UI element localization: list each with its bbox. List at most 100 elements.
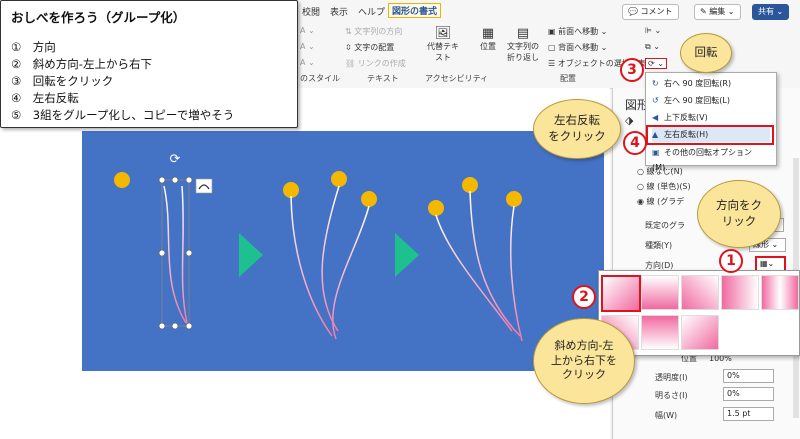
instruction-title: おしべを作ろう（グループ化） [11, 10, 186, 25]
wrap-text-label: 文字列の折り返し [507, 42, 539, 62]
text-direction-label: 文字列の方向 [354, 27, 403, 36]
align-icon[interactable]: ⊫ ⌄ [645, 26, 661, 35]
alt-text-button[interactable]: 🖼 代替テキスト [426, 26, 460, 63]
pollen-dot[interactable] [428, 200, 444, 216]
text-outline-icon[interactable]: A ⌄ [300, 42, 315, 51]
instruction-step: ③ 回転をクリック [11, 74, 114, 88]
menu-item-label: 左へ 90 度回転(L) [664, 96, 730, 105]
step-badge-1: 1 [719, 249, 743, 273]
transparency-label: 透明度(I) [655, 373, 688, 382]
callout-flip: 左右反転 をクリック [533, 99, 621, 159]
stamen-group[interactable] [435, 190, 523, 342]
line-gradient-radio[interactable]: ◉ 線 (グラデ [637, 196, 684, 207]
line-solid-label: 線 (単色)(S) [646, 182, 691, 191]
layout-options-icon[interactable] [195, 178, 213, 194]
menu-item-rotate-right[interactable]: ↻ 右へ 90 度回転(R) [652, 76, 770, 91]
instruction-box: おしべを作ろう（グループ化） ① 方向 ② 斜め方向-左上から右下 ③ 回転をク… [0, 0, 298, 128]
pollen-dot[interactable] [114, 172, 130, 188]
width-label: 幅(W) [655, 411, 678, 420]
callout-diagonal: 斜め方向-左 上から右下を クリック [533, 318, 635, 404]
line-solid-radio[interactable]: ○ 線 (単色)(S) [637, 181, 691, 192]
transparency-value: 0% [727, 371, 740, 380]
comment-button[interactable]: 💬 コメント [622, 4, 679, 20]
tab-shape-format[interactable]: 図形の書式 [388, 3, 442, 18]
width-input[interactable]: 1.5 pt [723, 407, 774, 421]
pollen-dot[interactable] [283, 182, 299, 198]
tab-view[interactable]: 表示 [330, 5, 348, 18]
wrap-text-icon: ▤ [516, 26, 530, 41]
gradient-diagonal-bottomright[interactable] [681, 315, 719, 350]
callout-direction: 方向をク リック [697, 180, 781, 248]
position-label: 位置 [480, 42, 496, 51]
drawing-canvas[interactable]: ⟳ [82, 131, 604, 371]
gradient-linear-left[interactable] [721, 275, 759, 310]
pollen-dot[interactable] [462, 177, 478, 193]
type-label: 種類(Y) [645, 241, 673, 250]
gradient-linear-center[interactable] [761, 275, 799, 310]
width-value: 1.5 pt [727, 409, 751, 418]
bring-forward-label: 前面へ移動 [558, 27, 599, 36]
pollen-dot[interactable] [331, 171, 347, 187]
group-text-label: テキスト [367, 74, 399, 83]
rotate-left-icon: ↺ [652, 96, 659, 105]
transparency-input[interactable]: 0% [723, 369, 774, 383]
step-badge-2: 2 [572, 285, 596, 309]
wrap-text-button[interactable]: ▤ 文字列の折り返し [505, 26, 541, 63]
instruction-step: ① 方向 [11, 40, 56, 54]
rotation-handle-icon[interactable]: ⟳ [170, 152, 181, 167]
gradient-diagonal-topright[interactable] [681, 275, 719, 310]
instruction-step: ④ 左右反転 [11, 91, 79, 105]
share-button[interactable]: 共有 ⌄ [752, 4, 790, 20]
position-icon: ▦ [481, 26, 495, 41]
create-link-button[interactable]: ⛓ リンクの作成 [345, 58, 406, 69]
menu-item-more-rotation[interactable]: ▣ その他の回転オプション(M)... [652, 145, 770, 172]
share-label: 共有 [758, 7, 774, 16]
edit-button[interactable]: ✎ 編集 ⌄ [694, 4, 741, 20]
group-style-label: のスタイル [300, 74, 340, 83]
brightness-input[interactable]: 0% [723, 387, 774, 401]
fill-line-icon[interactable]: ⬗ [625, 114, 633, 127]
instruction-step: ⑤ 3組をグループ化し、コピーで増やそう [11, 108, 235, 122]
menu-item-flip-vertical[interactable]: ◀ 上下反転(V) [652, 110, 770, 125]
rotate-menu: ↻ 右へ 90 度回転(R) ↺ 左へ 90 度回転(L) ◀ 上下反転(V) ▲ 左右… [645, 72, 777, 172]
bring-forward-button[interactable]: ▣ 前面へ移動 ⌄ [548, 26, 607, 37]
menu-item-label: 右へ 90 度回転(R) [664, 79, 732, 88]
alt-text-icon: 🖼 [434, 26, 452, 41]
comment-label: コメント [640, 7, 673, 16]
instruction-step: ② 斜め方向-左上から右下 [11, 57, 152, 71]
text-effects-icon[interactable]: A ⌄ [300, 58, 315, 67]
menu-item-rotate-left[interactable]: ↺ 左へ 90 度回転(L) [652, 93, 770, 108]
text-fill-icon[interactable]: A ⌄ [300, 26, 315, 35]
text-align-button[interactable]: ⇳ 文字の配置 [345, 42, 394, 53]
stamen-drawing: ⟳ [114, 152, 523, 342]
callout-rotate: 回転 [680, 33, 732, 73]
gradient-linear-up[interactable] [641, 315, 679, 350]
brightness-value: 0% [727, 389, 740, 398]
group-accessibility-label: アクセシビリティ [425, 74, 489, 83]
edit-label: 編集 [709, 7, 726, 16]
line-gradient-label: 線 (グラデ [646, 197, 685, 206]
tab-help[interactable]: ヘルプ [358, 5, 385, 18]
arrow-right-icon [239, 233, 263, 277]
pollen-dot[interactable] [361, 191, 377, 207]
rotate-right-icon: ↻ [652, 79, 659, 88]
stamen-group[interactable] [290, 185, 370, 340]
text-align-label: 文字の配置 [354, 43, 395, 52]
step-badge-3: 3 [620, 58, 644, 82]
gradient-linear-down[interactable] [641, 275, 679, 310]
flip-vertical-icon: ◀ [652, 113, 659, 122]
rotate-button[interactable]: ⟳ ⌄ [645, 58, 667, 69]
highlight-flip-horizontal [646, 125, 774, 145]
gradient-diagonal-topleft[interactable] [601, 275, 641, 312]
selection-handles[interactable] [158, 176, 193, 330]
text-direction-button[interactable]: ⇅ 文字列の方向 [345, 26, 402, 37]
pollen-dot[interactable] [506, 191, 522, 207]
preset-gradient-label: 既定のグラ [645, 221, 685, 230]
group-icon[interactable]: ⧉ ⌄ [645, 42, 660, 52]
menu-item-label: 上下反転(V) [664, 113, 708, 122]
position-button[interactable]: ▦ 位置 [480, 26, 496, 52]
send-backward-label: 背面へ移動 [558, 43, 599, 52]
rotate-options-icon: ▣ [652, 148, 660, 157]
send-backward-button[interactable]: ▢ 背面へ移動 ⌄ [548, 42, 607, 53]
tab-review[interactable]: 校閲 [302, 5, 320, 18]
